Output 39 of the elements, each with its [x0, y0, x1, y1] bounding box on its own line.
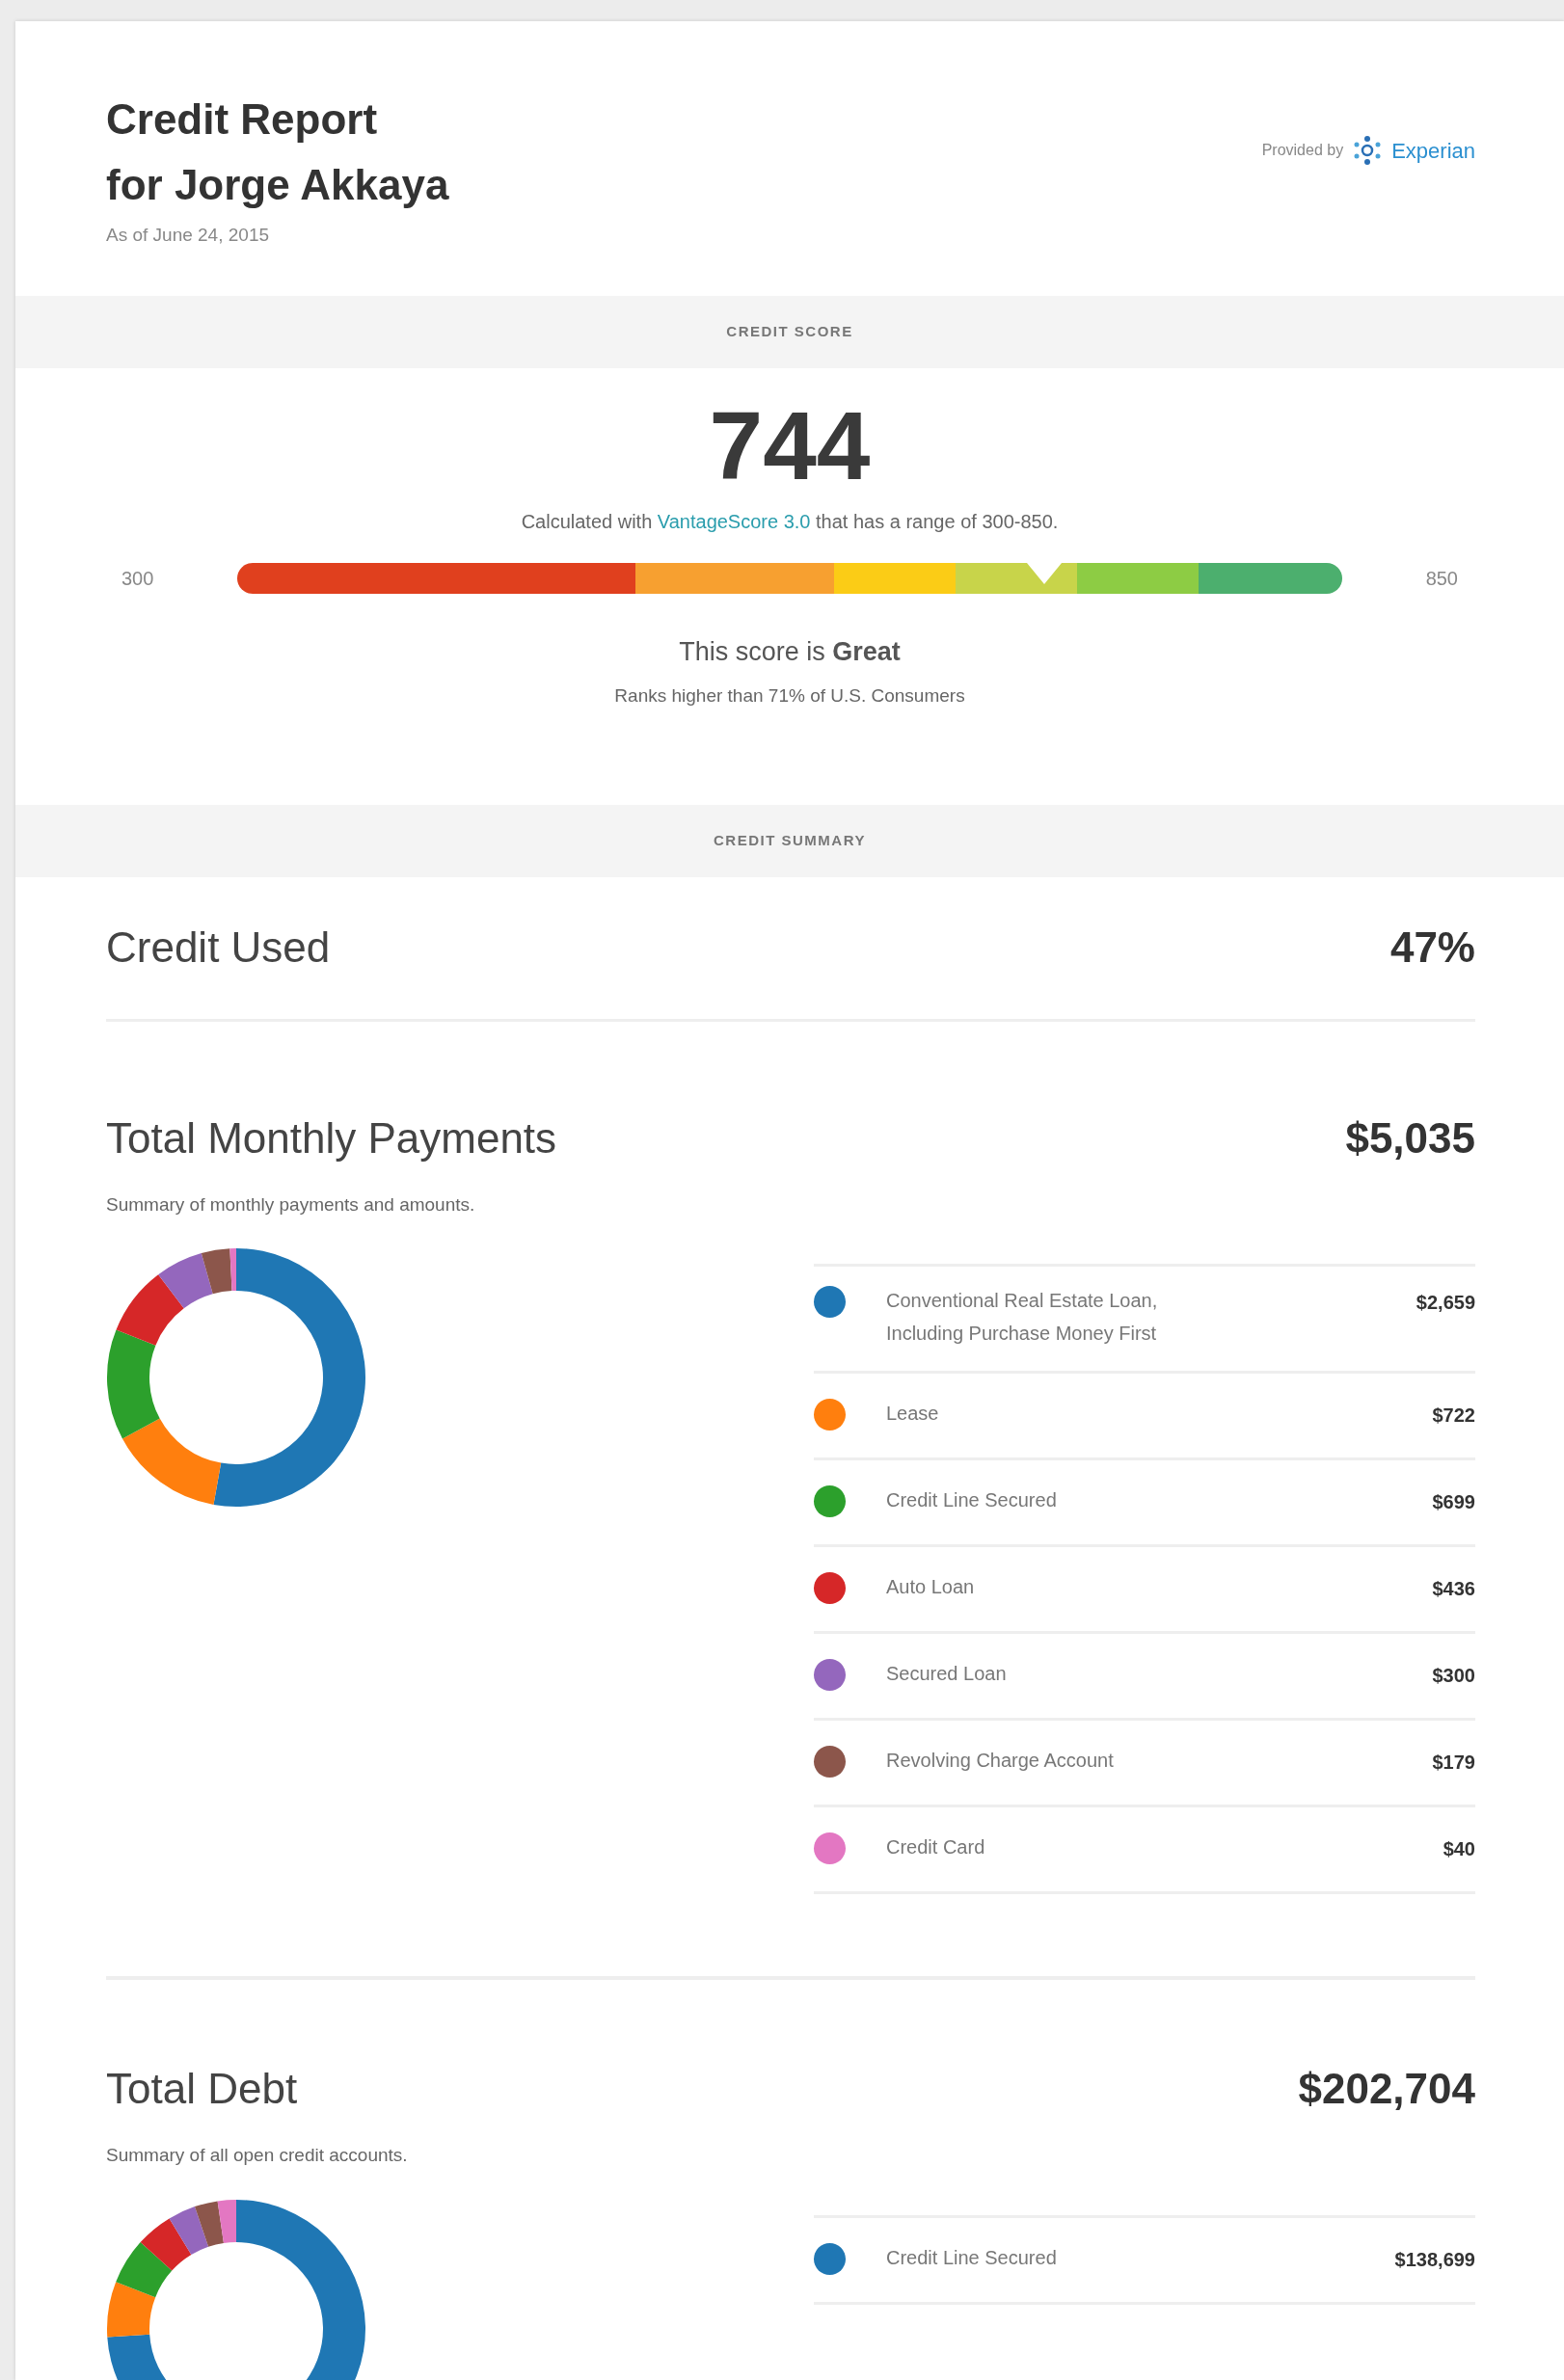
account-amount: $300 — [1432, 1664, 1475, 1688]
account-amount: $179 — [1432, 1751, 1475, 1775]
account-type-label: Auto Loan — [886, 1575, 976, 1599]
account-type-label: Lease — [886, 1402, 940, 1426]
account-amount: $138,699 — [1394, 2247, 1475, 2272]
metric-value: $202,704 — [1298, 2064, 1475, 2114]
metric-title: Total Debt — [106, 2064, 298, 2114]
metric-title: Total Monthly Payments — [106, 1112, 557, 1163]
starburst-logo-icon — [1353, 135, 1383, 166]
score-rating: This score is Great — [679, 635, 901, 668]
metric-value: 47% — [1389, 923, 1475, 973]
section-label: CREDIT SCORE — [726, 321, 853, 341]
account-amount: $722 — [1432, 1404, 1475, 1428]
score-rank-note: Ranks higher than 71% of U.S. Consumers — [614, 684, 965, 708]
metric-subtitle: Summary of all open credit accounts. — [106, 2144, 409, 2167]
account-amount: $699 — [1432, 1490, 1475, 1514]
account-amount: $2,659 — [1416, 1291, 1475, 1315]
metric-subtitle: Summary of monthly payments and amounts. — [106, 1192, 476, 1217]
metric-value: $5,035 — [1345, 1112, 1475, 1163]
section-label: CREDIT SUMMARY — [714, 830, 866, 850]
account-type-label: Credit Line Secured — [886, 2245, 1058, 2270]
report-date: As of June 24, 2015 — [106, 224, 270, 247]
account-type-label: Revolving Charge Account — [886, 1749, 1115, 1773]
account-type-label: Conventional Real Estate Loan, Including Purchase Money First — [886, 1289, 1159, 1346]
provider-logo-text: Experian — [1391, 137, 1475, 165]
vantagescore-link[interactable]: VantageScore 3.0 — [657, 510, 811, 532]
account-type-label: Credit Line Secured — [886, 1488, 1058, 1512]
credit-score-value: 744 — [709, 396, 871, 494]
account-type-label: Credit Card — [886, 1835, 986, 1859]
account-type-label: Secured Loan — [886, 1662, 1008, 1686]
account-amount: $436 — [1432, 1577, 1475, 1601]
range-max-label: 850 — [1424, 566, 1458, 591]
calculation-note: Calculated with VantageScore 3.0 that has a range of 300-850. — [521, 509, 1059, 534]
account-amount: $40 — [1443, 1837, 1475, 1861]
report-title: for Jorge Akkaya — [106, 160, 449, 210]
provided-by-label: Provided by — [1261, 141, 1344, 160]
report-title: Credit Report — [106, 94, 379, 145]
metric-title: Credit Used — [106, 923, 331, 973]
range-min-label: 300 — [121, 566, 155, 591]
